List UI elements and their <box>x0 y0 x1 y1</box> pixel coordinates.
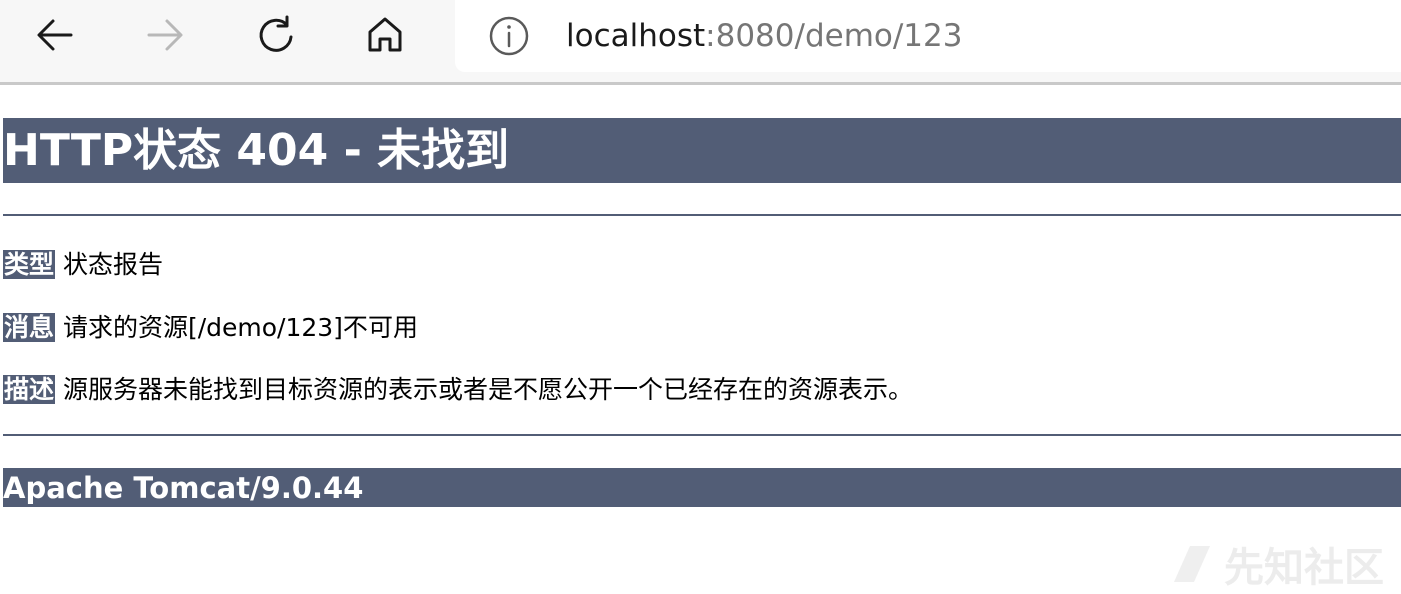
home-button[interactable] <box>360 10 410 60</box>
url-path: :8080/demo/123 <box>705 18 963 54</box>
page-title: HTTP状态 404 - 未找到 <box>3 118 1401 183</box>
browser-toolbar: localhost:8080/demo/123 <box>0 0 1401 85</box>
home-icon <box>368 17 402 52</box>
info-icon[interactable] <box>487 14 531 58</box>
type-label: 类型 <box>3 250 56 279</box>
back-arrow-icon <box>37 19 73 51</box>
type-value: 状态报告 <box>62 250 163 279</box>
divider <box>3 434 1401 436</box>
server-footer: Apache Tomcat/9.0.44 <box>3 468 1401 507</box>
watermark: 先知社区 <box>1170 540 1384 591</box>
description-value: 源服务器未能找到目标资源的表示或者是不愿公开一个已经存在的资源表示。 <box>62 375 913 404</box>
message-label: 消息 <box>3 313 56 342</box>
type-row: 类型 状态报告 <box>3 249 163 281</box>
url-host: localhost <box>566 18 706 54</box>
forward-button[interactable] <box>140 10 190 60</box>
page-content: HTTP状态 404 - 未找到 类型 状态报告 消息 请求的资源[/demo/… <box>3 118 1401 507</box>
back-button[interactable] <box>30 10 80 60</box>
reload-icon <box>259 15 293 52</box>
description-label: 描述 <box>3 375 56 404</box>
url-text[interactable]: localhost:8080/demo/123 <box>566 16 962 56</box>
message-row: 消息 请求的资源[/demo/123]不可用 <box>3 312 418 344</box>
reload-button[interactable] <box>250 10 300 60</box>
description-row: 描述 源服务器未能找到目标资源的表示或者是不愿公开一个已经存在的资源表示。 <box>3 374 913 406</box>
watermark-logo-icon <box>1174 546 1210 582</box>
watermark-text: 先知社区 <box>1224 545 1384 591</box>
message-value: 请求的资源[/demo/123]不可用 <box>62 313 418 342</box>
forward-arrow-icon <box>147 19 183 51</box>
divider <box>3 214 1401 216</box>
